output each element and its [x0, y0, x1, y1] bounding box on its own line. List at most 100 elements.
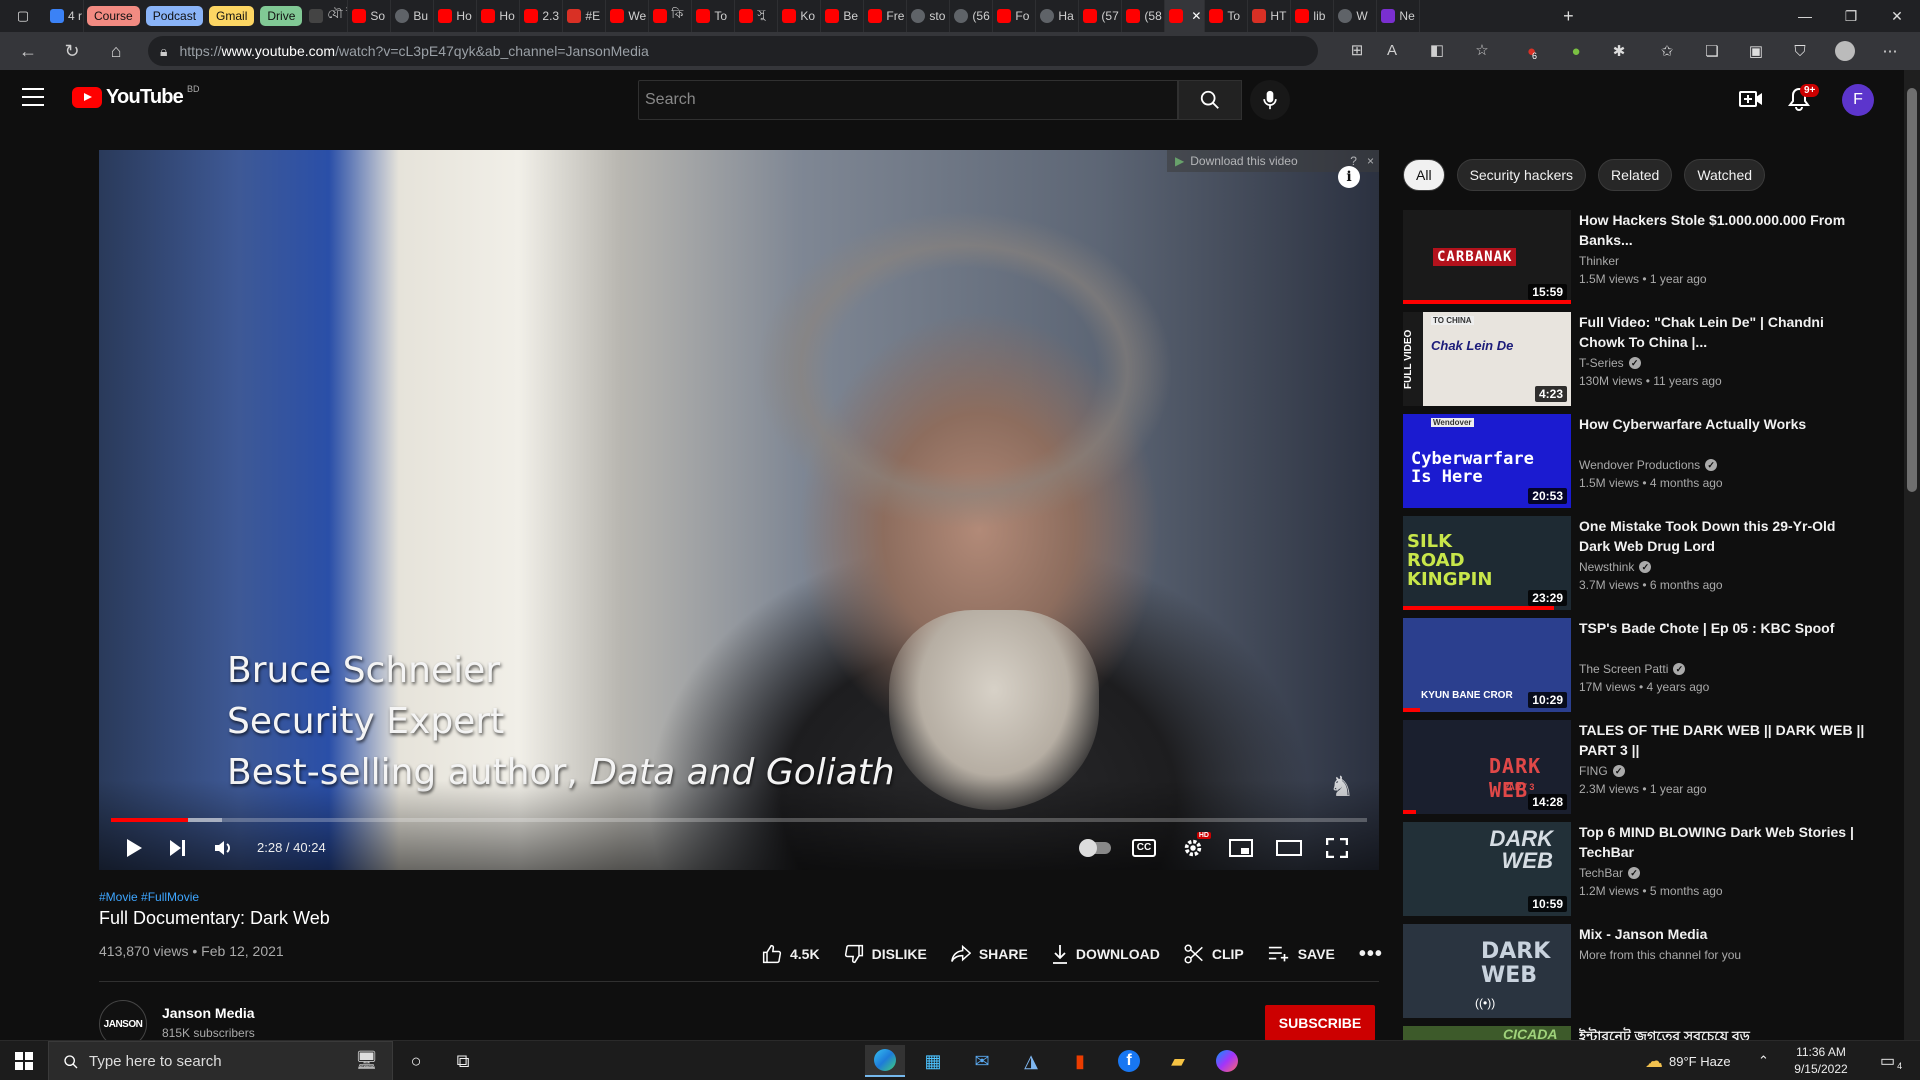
- video-hashtags[interactable]: #Movie #FullMovie: [99, 890, 199, 904]
- tab-group-label[interactable]: Course: [87, 6, 140, 26]
- show-hidden-icons[interactable]: ⌃: [1758, 1041, 1769, 1080]
- miniplayer-button[interactable]: [1225, 830, 1257, 866]
- browser-tab[interactable]: (57: [1079, 0, 1123, 32]
- browser-tab[interactable]: To: [1205, 0, 1249, 32]
- browser-tab[interactable]: HT: [1248, 0, 1292, 32]
- browser-essentials-icon[interactable]: ⛉: [1788, 39, 1812, 63]
- filter-chip[interactable]: Security hackers: [1456, 159, 1587, 191]
- browser-tab[interactable]: lib: [1291, 0, 1335, 32]
- messenger-taskbar-icon[interactable]: [1207, 1045, 1247, 1077]
- recommendation-title[interactable]: How Cyberwarfare Actually Works: [1579, 414, 1869, 434]
- photos-taskbar-icon[interactable]: ◮: [1011, 1045, 1051, 1077]
- app-available-icon[interactable]: ⊞: [1345, 38, 1369, 62]
- collections-icon[interactable]: ❏: [1700, 39, 1724, 63]
- mute-button[interactable]: [209, 830, 239, 866]
- captions-button[interactable]: CC: [1129, 830, 1159, 866]
- download-close-icon[interactable]: ×: [1367, 154, 1379, 168]
- dislike-button[interactable]: DISLIKE: [844, 944, 927, 964]
- recommendation-item[interactable]: CARBANAK 15:59 How Hackers Stole $1.000.00…: [1403, 210, 1873, 304]
- recommendation-item[interactable]: Chak Lein De FULL VIDEO TO CHINA 4:23 Full V…: [1403, 312, 1873, 406]
- video-thumbnail[interactable]: Chak Lein De FULL VIDEO TO CHINA 4:23: [1403, 312, 1571, 406]
- share-button[interactable]: SHARE: [950, 945, 1028, 963]
- recommendation-item[interactable]: Cyberwarfare Is Here Wendover 20:53 How Cyb…: [1403, 414, 1873, 508]
- store-taskbar-icon[interactable]: ▦: [913, 1045, 953, 1077]
- tab-group-label[interactable]: Drive: [260, 6, 303, 26]
- browser-tab[interactable]: সু: [735, 0, 779, 32]
- info-icon[interactable]: i: [1338, 166, 1360, 188]
- clip-button[interactable]: CLIP: [1184, 944, 1244, 964]
- recommendation-channel[interactable]: T-Series ✓: [1579, 356, 1641, 370]
- filter-chip[interactable]: Watched: [1684, 159, 1766, 191]
- recommendation-item[interactable]: SILK ROAD KINGPIN 23:29 One Mistake Took D…: [1403, 516, 1873, 610]
- extension-1-icon[interactable]: ◧: [1425, 38, 1449, 62]
- tab-group-label[interactable]: Gmail: [209, 6, 255, 26]
- youtube-logo[interactable]: YouTube BD: [72, 84, 200, 109]
- browser-tab[interactable]: So: [348, 0, 392, 32]
- filter-chip[interactable]: All: [1403, 159, 1445, 191]
- file-explorer-taskbar-icon[interactable]: ▰: [1158, 1045, 1198, 1077]
- add-favorite-icon[interactable]: ☆: [1470, 38, 1494, 62]
- video-thumbnail[interactable]: DARK WEB 10:59: [1403, 822, 1571, 916]
- recommendation-title[interactable]: TSP's Bade Chote | Ep 05 : KBC Spoof: [1579, 618, 1869, 638]
- recommendation-channel[interactable]: Newsthink ✓: [1579, 560, 1652, 574]
- browser-tab[interactable]: #E: [563, 0, 607, 32]
- extension-adblock-icon[interactable]: ● 6: [1520, 39, 1544, 63]
- browser-tab[interactable]: To: [692, 0, 736, 32]
- menu-icon[interactable]: [22, 88, 44, 106]
- profile-icon[interactable]: [1833, 39, 1857, 63]
- read-aloud-icon[interactable]: A: [1380, 38, 1404, 62]
- browser-tab[interactable]: (58: [1122, 0, 1166, 32]
- edge-taskbar-icon[interactable]: [865, 1045, 905, 1077]
- create-button[interactable]: [1738, 86, 1764, 112]
- browser-tab[interactable]: 2.3: [520, 0, 564, 32]
- account-avatar[interactable]: F: [1842, 84, 1874, 116]
- voice-search-button[interactable]: [1250, 80, 1290, 120]
- recommendation-channel[interactable]: Wendover Productions ✓: [1579, 458, 1718, 472]
- cortana-icon[interactable]: ○: [396, 1045, 436, 1077]
- extensions-icon[interactable]: ✱: [1607, 39, 1631, 63]
- video-thumbnail[interactable]: CARBANAK 15:59: [1403, 210, 1571, 304]
- home-icon[interactable]: ⌂: [96, 32, 136, 70]
- weather-widget[interactable]: ☁ 89°F Haze: [1645, 1041, 1731, 1080]
- recommendation-title[interactable]: TALES OF THE DARK WEB || DARK WEB || PAR…: [1579, 720, 1869, 760]
- channel-name[interactable]: Janson Media: [162, 1005, 255, 1021]
- settings-button[interactable]: HD: [1177, 830, 1211, 866]
- browser-tab[interactable]: We: [606, 0, 650, 32]
- browser-tab-active[interactable]: ✕: [1165, 0, 1206, 32]
- theater-mode-button[interactable]: [1273, 830, 1305, 866]
- progress-bar[interactable]: [111, 818, 1367, 822]
- recommendation-title[interactable]: Top 6 MIND BLOWING Dark Web Stories | Te…: [1579, 822, 1869, 862]
- restore-icon[interactable]: ❐: [1828, 0, 1874, 32]
- recommendation-channel[interactable]: Thinker: [1579, 254, 1619, 268]
- recommendation-title[interactable]: Mix - Janson Media: [1579, 924, 1869, 944]
- recommendation-title[interactable]: One Mistake Took Down this 29-Yr-Old Dar…: [1579, 516, 1869, 556]
- browser-menu-icon[interactable]: ⋯: [1878, 39, 1902, 63]
- recommendation-channel[interactable]: The Screen Patti ✓: [1579, 662, 1686, 676]
- task-view-icon[interactable]: ⧉: [443, 1045, 483, 1077]
- recommendation-item[interactable]: DARK WEB PART 3 14:28 TALES OF THE DARK WEB…: [1403, 720, 1873, 814]
- browser-tab[interactable]: Ha: [1036, 0, 1080, 32]
- reload-icon[interactable]: ↻: [52, 32, 92, 70]
- tab-group-label[interactable]: Podcast: [145, 6, 204, 26]
- autoplay-toggle[interactable]: [1079, 830, 1113, 866]
- close-window-icon[interactable]: ✕: [1874, 0, 1920, 32]
- page-scrollbar-thumb[interactable]: [1907, 88, 1917, 492]
- recommendation-item[interactable]: DARK WEB ((•)) Mix - Janson Media More from…: [1403, 924, 1873, 1018]
- start-button[interactable]: [0, 1041, 48, 1080]
- browser-tab[interactable]: যৌ ট: [305, 0, 349, 32]
- video-thumbnail[interactable]: CICADA: [1403, 1026, 1571, 1040]
- subscribe-button[interactable]: SUBSCRIBE: [1265, 1005, 1375, 1041]
- more-actions-button[interactable]: •••: [1359, 943, 1383, 966]
- office-taskbar-icon[interactable]: ▮: [1060, 1045, 1100, 1077]
- screenshot-icon[interactable]: ▣: [1744, 39, 1768, 63]
- facebook-taskbar-icon[interactable]: f: [1109, 1045, 1149, 1077]
- action-center-button[interactable]: ▭ 4: [1880, 1041, 1902, 1080]
- fullscreen-button[interactable]: [1321, 830, 1353, 866]
- browser-tab[interactable]: Ko: [778, 0, 822, 32]
- recommendation-channel[interactable]: More from this channel for you: [1579, 948, 1741, 962]
- browser-tab[interactable]: Fo: [993, 0, 1037, 32]
- next-button[interactable]: [163, 830, 193, 866]
- browser-tab[interactable]: Ne: [1377, 0, 1421, 32]
- video-thumbnail[interactable]: KYUN BANE CROR 10:29: [1403, 618, 1571, 712]
- tab-actions-icon[interactable]: ▢: [0, 0, 46, 32]
